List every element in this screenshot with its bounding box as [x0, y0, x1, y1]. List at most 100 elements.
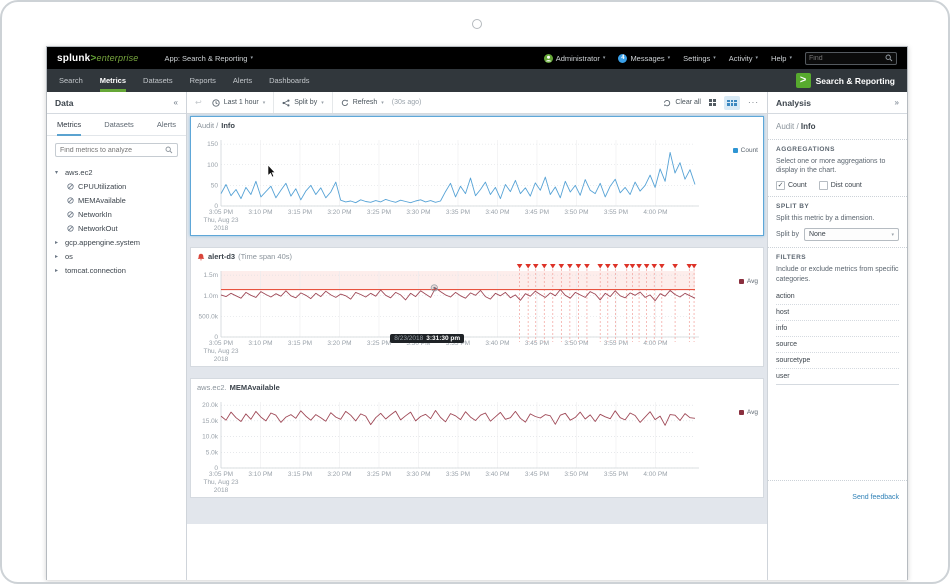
messages-count-badge: 4 [618, 54, 627, 63]
tree-metric-NetworkIn[interactable]: NetworkIn [47, 207, 186, 221]
checkbox-count[interactable]: ✓Count [776, 181, 807, 190]
split-by-section: SPLIT BY Split this metric by a dimensio… [768, 197, 907, 248]
charts-area: Audit / InfoCount0501001503:05 PMThu, Au… [187, 114, 767, 524]
split-heading: SPLIT BY [776, 203, 899, 210]
splunk-logo[interactable]: splunk>enterprise [57, 53, 139, 64]
filter-item-info[interactable]: info [776, 321, 899, 337]
chart-plot[interactable]: 0501001503:05 PMThu, Aug 2320183:10 PM3:… [197, 130, 761, 232]
tree-node-os[interactable]: ▸os [47, 249, 186, 263]
clear-all-label: Clear all [675, 99, 701, 106]
clear-all-button[interactable]: Clear all [663, 99, 701, 107]
more-options-icon[interactable]: ··· [748, 98, 759, 107]
chevron-right-icon[interactable]: ▸ [55, 239, 61, 246]
split-by-label: Split by [294, 99, 317, 106]
metric-searchbox[interactable] [55, 143, 178, 157]
metric-search-input[interactable] [60, 147, 165, 154]
user-menu[interactable]: Administrator▾ [544, 54, 606, 63]
checkbox-box-icon[interactable]: ✓ [776, 181, 785, 190]
nav-tab-metrics[interactable]: Metrics [100, 69, 126, 92]
split-by-select[interactable]: None ▾ [804, 228, 899, 241]
svg-text:3:05 PM: 3:05 PM [209, 209, 233, 216]
svg-text:3:05 PM: 3:05 PM [209, 471, 233, 478]
svg-text:5.0k: 5.0k [206, 449, 219, 456]
app-nav-tabs: Search Metrics Datasets Reports Alerts Dashbo… [59, 69, 327, 92]
nav-tab-search[interactable]: Search [59, 69, 83, 92]
filter-item-sourcetype[interactable]: sourcetype [776, 353, 899, 369]
metric-label: NetworkIn [78, 210, 112, 219]
time-range-label: Last 1 hour [224, 99, 259, 106]
nav-tab-alerts[interactable]: Alerts [233, 69, 252, 92]
caret-down-icon: ▾ [668, 55, 671, 61]
svg-text:3:10 PM: 3:10 PM [248, 471, 272, 478]
tree-metric-MEMAvailable[interactable]: MEMAvailable [47, 193, 186, 207]
legend-label: Count [741, 147, 758, 154]
settings-menu[interactable]: Settings▾ [683, 54, 716, 63]
chart-card-1[interactable]: Audit / InfoCount0501001503:05 PMThu, Au… [190, 116, 764, 236]
svg-text:20.0k: 20.0k [202, 402, 219, 409]
split-by-value: None [809, 231, 826, 238]
sidebar-tab-metrics[interactable]: Metrics [57, 114, 81, 136]
svg-text:3:25 PM: 3:25 PM [367, 471, 391, 478]
help-menu[interactable]: Help▾ [771, 54, 792, 63]
collapse-sidebar-icon[interactable]: « [174, 98, 178, 107]
svg-text:10.0k: 10.0k [202, 434, 219, 441]
checkbox-box-icon[interactable] [819, 181, 828, 190]
chart-title-suffix: (Time span 40s) [238, 252, 292, 261]
svg-text:3:45 PM: 3:45 PM [525, 209, 549, 216]
filter-item-user[interactable]: user [776, 369, 899, 384]
list-view-icon[interactable] [724, 96, 740, 110]
metric-gauge-icon [67, 183, 74, 190]
svg-text:3:55 PM: 3:55 PM [604, 209, 628, 216]
grid-view-icon[interactable] [709, 99, 716, 106]
expand-panel-icon[interactable]: » [895, 98, 899, 107]
chart-card-3[interactable]: aws.ec2.MEMAvailableAvg05.0k10.0k15.0k20… [190, 378, 764, 498]
filter-item-source[interactable]: source [776, 337, 899, 353]
svg-text:3:40 PM: 3:40 PM [485, 340, 509, 347]
user-avatar-icon [544, 54, 553, 63]
hover-tooltip: 8/23/20183:31:30 pm [390, 334, 464, 343]
caret-down-icon: ▾ [250, 55, 253, 61]
tree-metric-NetworkOut[interactable]: NetworkOut [47, 221, 186, 235]
tree-node-aws.ec2[interactable]: ▾aws.ec2 [47, 165, 186, 179]
chart-card-2[interactable]: alert-d3 (Time span 40s)Avg0500.0k1.0m1.… [190, 247, 764, 367]
find-input[interactable] [809, 55, 885, 62]
back-button[interactable]: ↩ [187, 92, 204, 113]
sidebar-tab-datasets[interactable]: Datasets [104, 114, 134, 136]
tree-node-label: gcp.appengine.system [65, 238, 140, 247]
nav-tab-dashboards[interactable]: Dashboards [269, 69, 309, 92]
tree-metric-CPUUtilization[interactable]: CPUUtilization [47, 179, 186, 193]
send-feedback-link[interactable]: Send feedback [852, 494, 899, 501]
metric-gauge-icon [67, 225, 74, 232]
tree-node-gcp.appengine.system[interactable]: ▸ gcp.appengine.system [47, 235, 186, 249]
svg-text:3:50 PM: 3:50 PM [564, 209, 588, 216]
chart-plot[interactable]: 0500.0k1.0m1.5m3:05 PMThu, Aug 2320183:1… [197, 261, 761, 363]
messages-menu[interactable]: 4 Messages▾ [618, 54, 670, 63]
filters-heading: FILTERS [776, 254, 899, 261]
chevron-down-icon[interactable]: ▾ [55, 169, 61, 176]
svg-text:3:30 PM: 3:30 PM [406, 471, 430, 478]
checkbox-dist-count[interactable]: Dist count [819, 181, 862, 190]
svg-text:4:00 PM: 4:00 PM [643, 471, 667, 478]
nav-tab-reports[interactable]: Reports [190, 69, 216, 92]
nav-tab-datasets[interactable]: Datasets [143, 69, 173, 92]
metric-prefix: Audit / [776, 122, 801, 131]
chevron-right-icon[interactable]: ▸ [55, 253, 61, 260]
split-by-button[interactable]: Split by ▾ [274, 92, 332, 113]
split-desc: Split this metric by a dimension. [776, 214, 899, 223]
time-range-picker[interactable]: Last 1 hour ▾ [204, 92, 275, 113]
svg-text:50: 50 [211, 182, 219, 189]
filter-item-action[interactable]: action [776, 289, 899, 305]
activity-menu[interactable]: Activity▾ [729, 54, 758, 63]
filter-item-host[interactable]: host [776, 305, 899, 321]
chart-plot[interactable]: 05.0k10.0k15.0k20.0k3:05 PMThu, Aug 2320… [197, 392, 761, 494]
svg-text:3:25 PM: 3:25 PM [367, 340, 391, 347]
chevron-right-icon[interactable]: ▸ [55, 267, 61, 274]
sidebar-tab-alerts[interactable]: Alerts [157, 114, 176, 136]
svg-text:2018: 2018 [214, 225, 229, 232]
svg-text:1.5m: 1.5m [204, 272, 218, 279]
refresh-button[interactable]: Refresh ▾ [333, 92, 392, 113]
svg-text:3:20 PM: 3:20 PM [327, 209, 351, 216]
tree-node-tomcat.connection[interactable]: ▸tomcat.connection [47, 263, 186, 277]
find-searchbox[interactable] [805, 52, 897, 65]
app-menu[interactable]: App: Search & Reporting▾ [165, 54, 253, 63]
